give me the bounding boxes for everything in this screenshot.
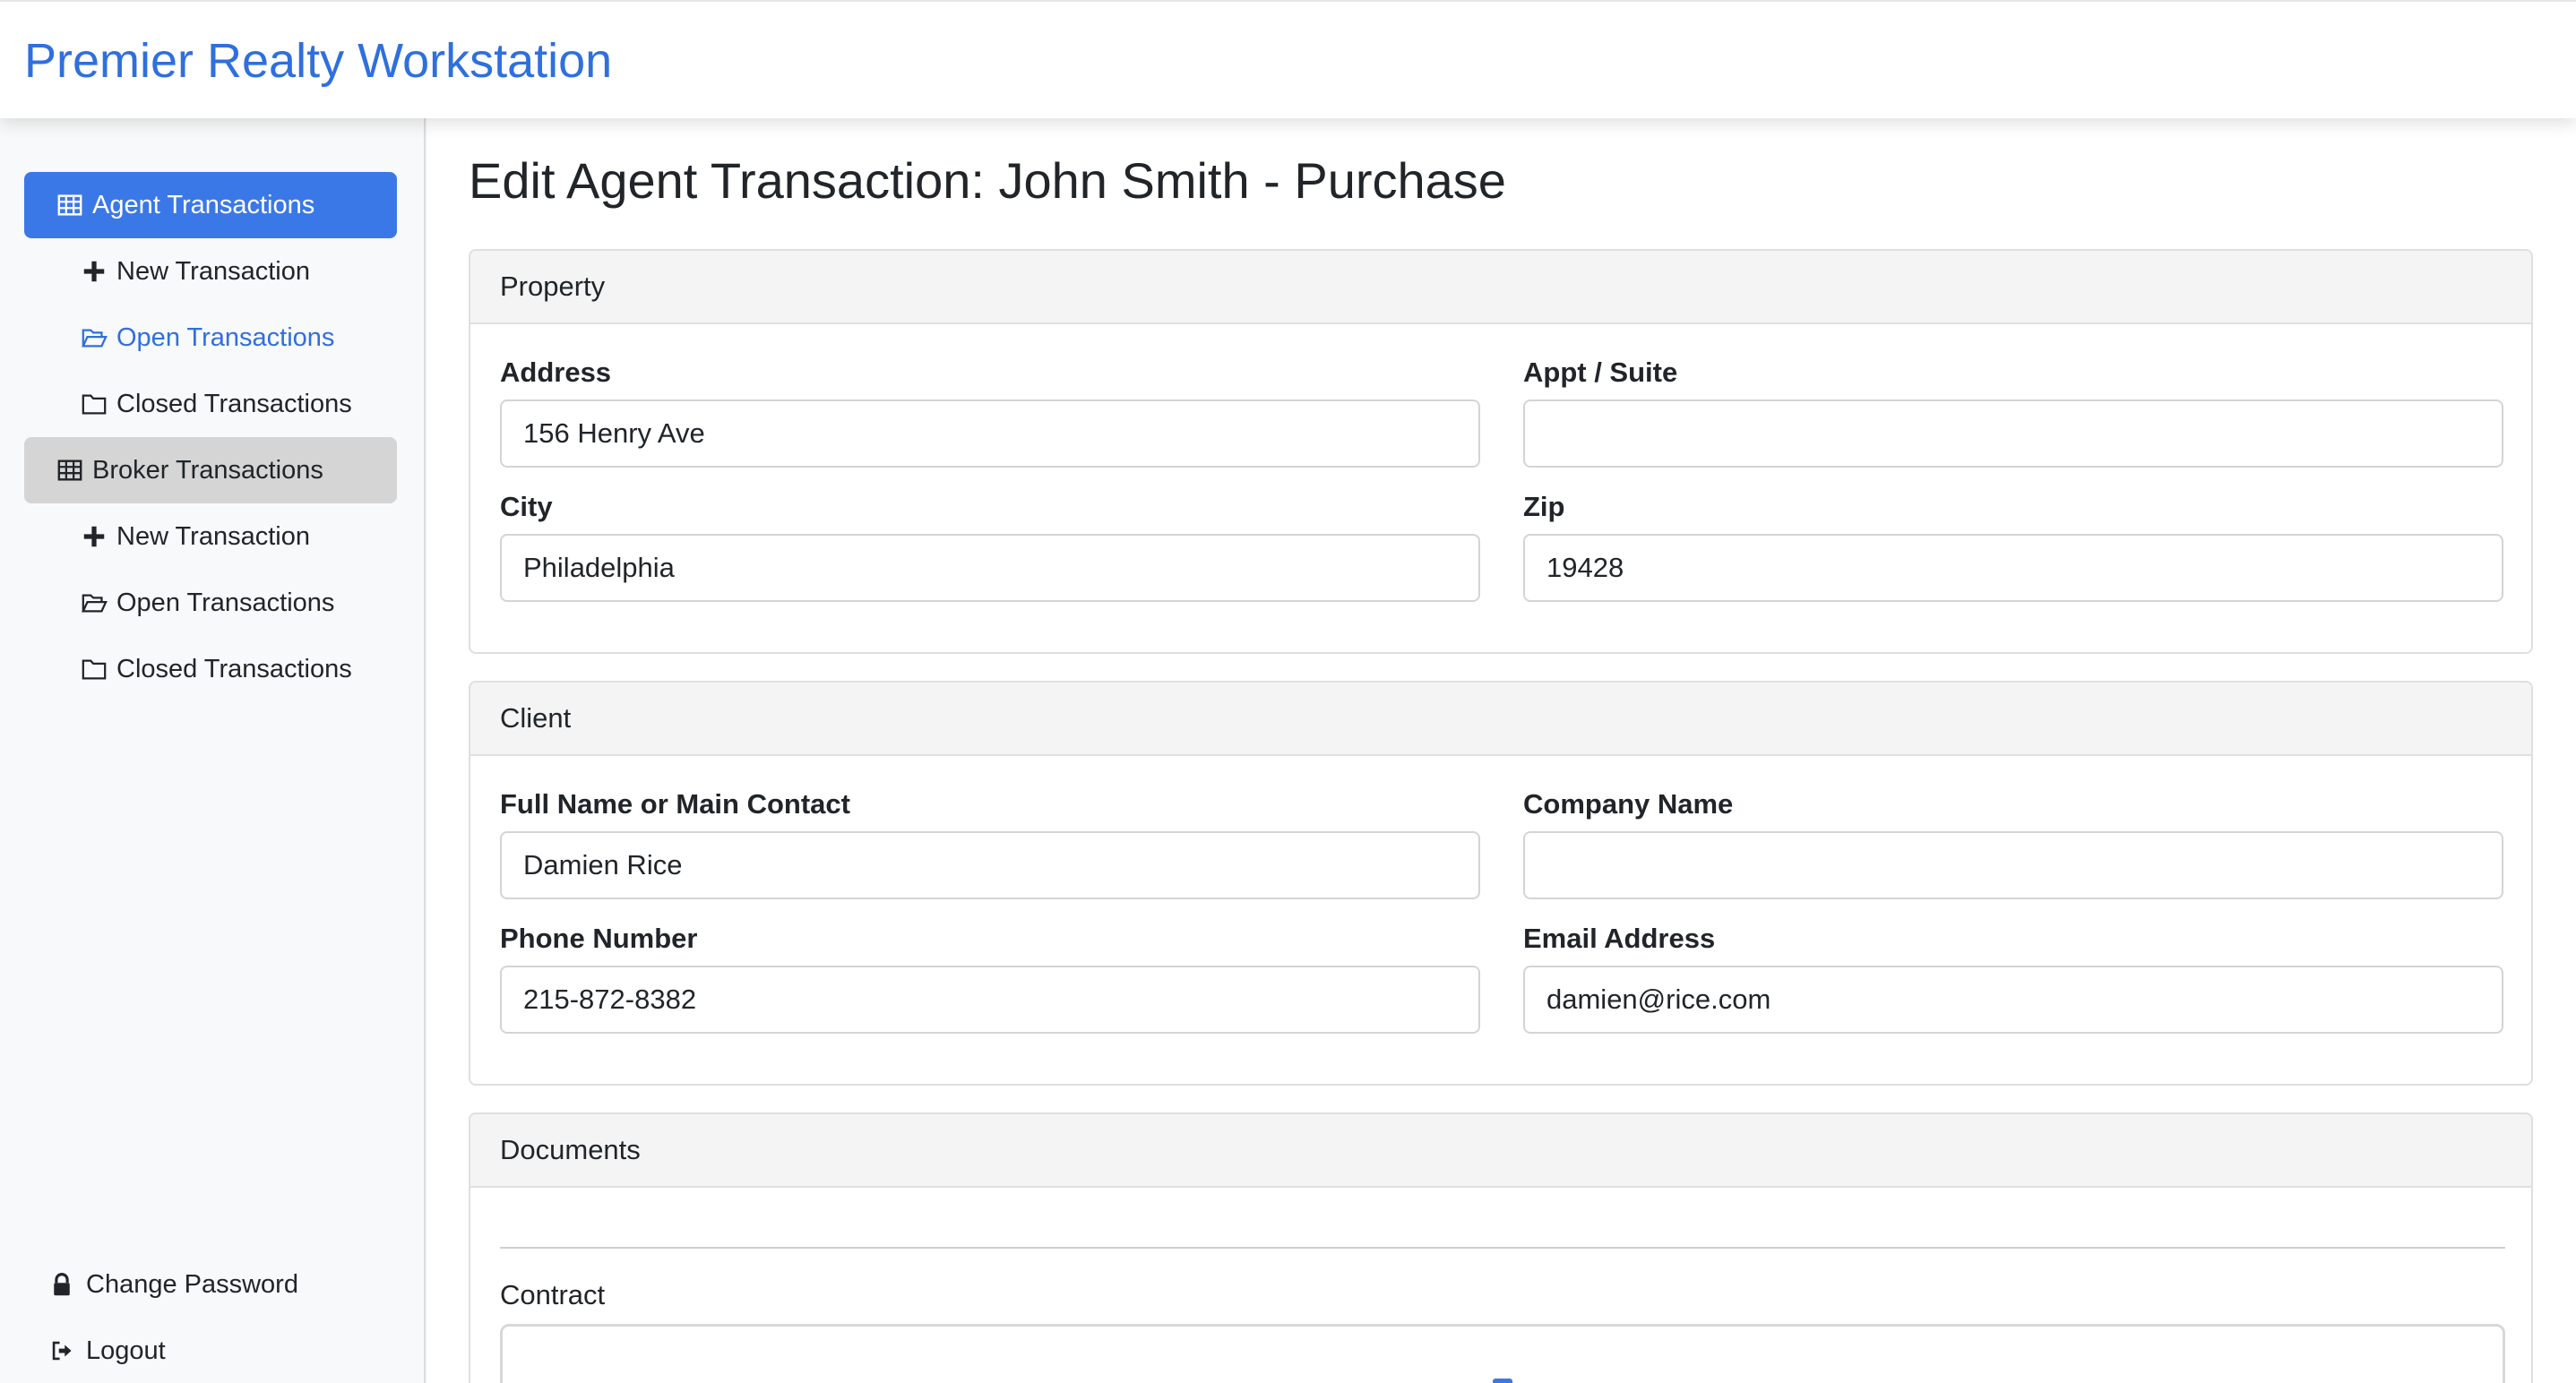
sidebar-item-broker-transactions[interactable]: Broker Transactions [24, 437, 397, 503]
full-name-label: Full Name or Main Contact [500, 788, 850, 820]
client-card-header: Client [470, 683, 2531, 756]
sidebar-item-label: Broker Transactions [92, 455, 323, 485]
table-icon [57, 460, 82, 481]
company-name-input[interactable] [1523, 831, 2503, 899]
sidebar-item-label: Open Transactions [116, 322, 335, 352]
folder-open-icon [82, 594, 108, 613]
zip-label: Zip [1523, 491, 1565, 522]
plus-icon [83, 526, 105, 547]
sidebar-item-label: New Transaction [116, 521, 310, 551]
sidebar-item-agent-closed-transactions[interactable]: Closed Transactions [24, 371, 397, 437]
phone-number-input[interactable] [500, 966, 1480, 1034]
zip-input[interactable] [1523, 534, 2503, 602]
suite-label: Appt / Suite [1523, 356, 1678, 388]
client-card: Client Full Name or Main Contact Company… [469, 681, 2533, 1086]
phone-number-label: Phone Number [500, 923, 698, 954]
company-name-label: Company Name [1523, 788, 1734, 820]
sidebar-item-label: Agent Transactions [92, 190, 315, 219]
logout-label: Logout [86, 1336, 166, 1365]
lock-icon [54, 1273, 70, 1296]
upload-icon [1493, 1379, 1512, 1383]
page-title: Edit Agent Transaction: John Smith - Pur… [469, 152, 1506, 209]
address-input[interactable] [500, 399, 1480, 468]
logout-link[interactable]: Logout [50, 1324, 166, 1378]
suite-input[interactable] [1523, 399, 2503, 468]
documents-divider [500, 1247, 2505, 1249]
sidebar-item-agent-new-transaction[interactable]: New Transaction [24, 238, 397, 305]
table-icon [57, 194, 82, 216]
folder-icon [82, 659, 107, 680]
sidebar-item-label: Closed Transactions [116, 654, 352, 683]
main-content: Edit Agent Transaction: John Smith - Pur… [427, 118, 2576, 1383]
city-input[interactable] [500, 534, 1480, 602]
sidebar-item-broker-open-transactions[interactable]: Open Transactions [24, 570, 397, 636]
change-password-label: Change Password [86, 1269, 298, 1299]
plus-icon [83, 261, 105, 282]
full-name-input[interactable] [500, 831, 1480, 899]
sidebar-item-agent-transactions[interactable]: Agent Transactions [24, 172, 397, 238]
sidebar-item-label: Closed Transactions [116, 389, 352, 418]
folder-open-icon [82, 329, 108, 348]
brand-link[interactable]: Premier Realty Workstation [24, 29, 612, 93]
documents-card-header: Documents [470, 1114, 2531, 1188]
sidebar-item-agent-open-transactions[interactable]: Open Transactions [24, 305, 397, 371]
sidebar: Agent Transactions New Transaction Open … [0, 118, 426, 1383]
city-label: City [500, 491, 553, 522]
contract-upload-dropzone[interactable] [500, 1324, 2505, 1383]
property-card-header: Property [470, 251, 2531, 324]
change-password-link[interactable]: Change Password [50, 1258, 298, 1311]
contract-label: Contract [500, 1279, 606, 1310]
address-label: Address [500, 356, 612, 388]
sidebar-item-broker-new-transaction[interactable]: New Transaction [24, 503, 397, 570]
folder-icon [82, 394, 107, 415]
logout-icon [52, 1341, 72, 1361]
top-navbar: Premier Realty Workstation [0, 0, 2576, 118]
sidebar-item-label: Open Transactions [116, 588, 335, 617]
email-address-input[interactable] [1523, 966, 2503, 1034]
documents-card: Documents Contract [469, 1112, 2533, 1383]
sidebar-item-broker-closed-transactions[interactable]: Closed Transactions [24, 636, 397, 702]
email-address-label: Email Address [1523, 923, 1716, 954]
property-card: Property Address Appt / Suite City Zip [469, 249, 2533, 654]
sidebar-item-label: New Transaction [116, 256, 310, 286]
